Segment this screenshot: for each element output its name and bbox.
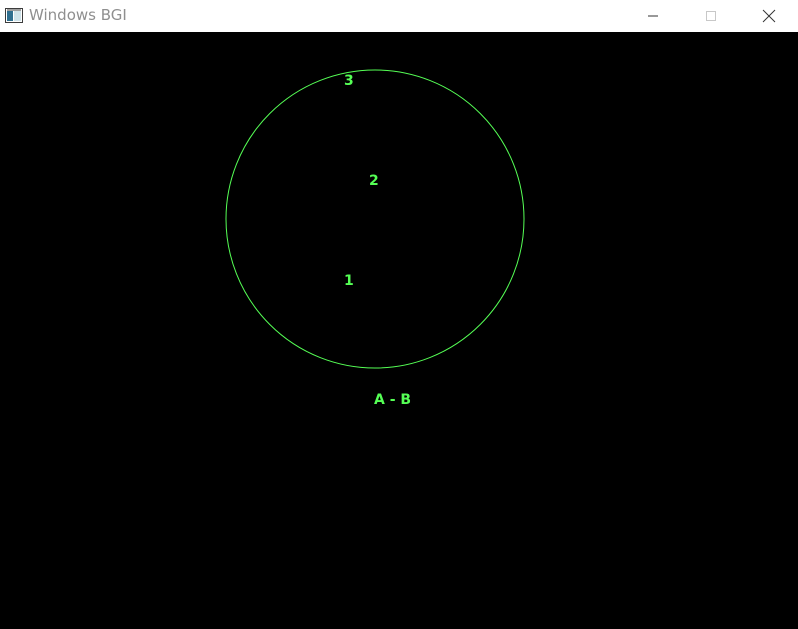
title-bar[interactable]: Windows BGI (0, 0, 798, 32)
close-button[interactable] (746, 0, 792, 32)
bgi-window: Windows BGI 3 2 1 A - B (0, 0, 798, 629)
window-title: Windows BGI (29, 6, 127, 24)
label-1: 1 (344, 273, 354, 289)
minimize-button[interactable] (630, 0, 676, 32)
close-icon (762, 9, 776, 23)
caption-text: A - B (374, 392, 411, 408)
label-2: 2 (369, 173, 379, 189)
graphics-surface: 3 2 1 A - B (225, 69, 525, 408)
graphics-canvas[interactable]: 3 2 1 A - B (0, 32, 798, 629)
label-3: 3 (344, 73, 354, 89)
minimize-icon (648, 15, 658, 17)
maximize-button[interactable] (688, 0, 734, 32)
drawn-circle (225, 69, 525, 369)
bgi-app-icon (5, 8, 23, 23)
maximize-icon (706, 11, 716, 21)
